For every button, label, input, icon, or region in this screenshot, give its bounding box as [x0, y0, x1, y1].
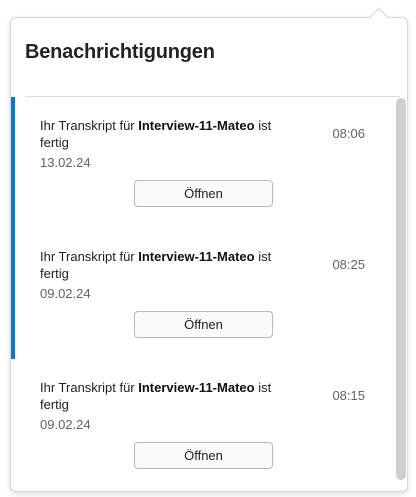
notification-time: 08:06: [332, 126, 365, 141]
notification-message: Ihr Transkript für Interview-11-Mateo is…: [40, 117, 300, 151]
transcript-name: Interview-11-Mateo: [138, 118, 255, 133]
notification-list: Ihr Transkript für Interview-11-Mateo is…: [11, 97, 397, 489]
transcript-name: Interview-11-Mateo: [138, 380, 255, 395]
transcript-name: Interview-11-Mateo: [138, 249, 255, 264]
notification-message: Ihr Transkript für Interview-11-Mateo is…: [40, 248, 300, 282]
unread-indicator: [11, 97, 15, 228]
notification-item: Ihr Transkript für Interview-11-Mateo is…: [11, 97, 397, 228]
panel-title: Benachrichtigungen: [25, 41, 215, 63]
notification-message: Ihr Transkript für Interview-11-Mateo is…: [40, 379, 300, 413]
notification-item: Ihr Transkript für Interview-11-Mateo is…: [11, 359, 397, 489]
open-button[interactable]: Öffnen: [134, 442, 273, 469]
message-prefix: Ihr Transkript für: [40, 249, 139, 264]
notification-time: 08:15: [332, 388, 365, 403]
notification-time: 08:25: [332, 257, 365, 272]
message-prefix: Ihr Transkript für: [40, 118, 139, 133]
open-button[interactable]: Öffnen: [134, 311, 273, 338]
notifications-popover: Benachrichtigungen Ihr Transkript für In…: [10, 17, 408, 492]
notification-date: 13.02.24: [40, 155, 91, 170]
notification-date: 09.02.24: [40, 417, 91, 432]
notification-date: 09.02.24: [40, 286, 91, 301]
scrollbar-thumb[interactable]: [396, 98, 406, 480]
popover-arrow: [369, 6, 389, 18]
unread-indicator: [11, 228, 15, 359]
open-button[interactable]: Öffnen: [134, 180, 273, 207]
message-prefix: Ihr Transkript für: [40, 380, 139, 395]
notification-item: Ihr Transkript für Interview-11-Mateo is…: [11, 228, 397, 359]
